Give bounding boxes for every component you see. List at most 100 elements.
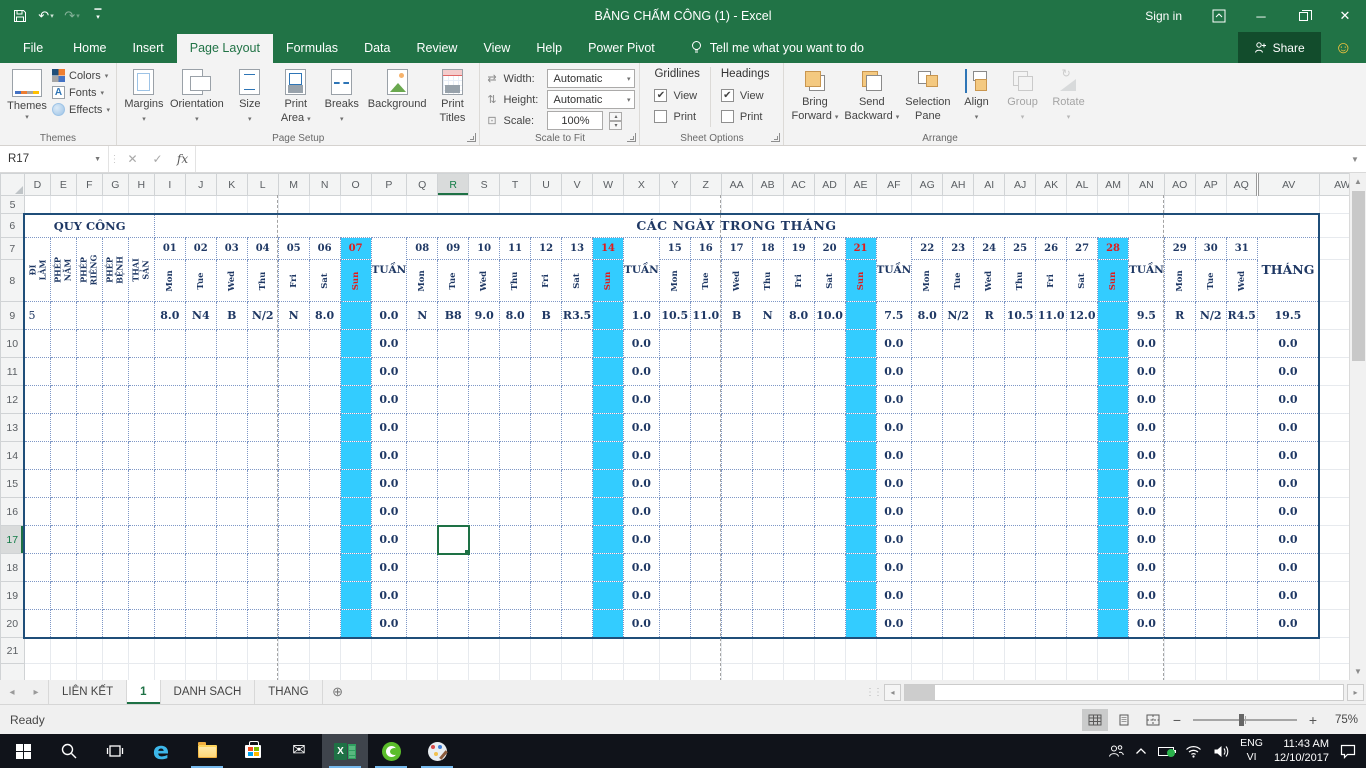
page-setup-dialog-launcher-icon[interactable] (467, 133, 476, 142)
cell-I9[interactable]: 8.0 (154, 302, 185, 330)
cell-R19[interactable] (438, 582, 469, 610)
cell-T17[interactable] (500, 526, 531, 554)
cell-I18[interactable] (154, 554, 185, 582)
row-header-12[interactable]: 12 (1, 386, 25, 414)
cell-Z9[interactable]: 11.0 (690, 302, 721, 330)
mail-icon[interactable]: ✉ (276, 734, 322, 768)
battery-icon[interactable] (1158, 747, 1174, 756)
cell-J18[interactable] (185, 554, 216, 582)
cell-AA9[interactable]: B (721, 302, 752, 330)
scale-spinner[interactable]: ▴▾ (609, 112, 622, 130)
day-number-22[interactable]: 22 (912, 238, 943, 260)
cell-AM14[interactable] (1098, 442, 1129, 470)
cell-G9[interactable] (102, 302, 128, 330)
cell-R16[interactable] (438, 498, 469, 526)
cell-Y11[interactable] (659, 358, 690, 386)
fill-handle[interactable] (464, 549, 469, 554)
cell-AL16[interactable] (1067, 498, 1098, 526)
column-header-AL[interactable]: AL (1067, 174, 1098, 196)
cell-AJ12[interactable] (1005, 386, 1036, 414)
cell-H13[interactable] (128, 414, 154, 442)
themes-button[interactable]: Themes▾ (4, 66, 50, 124)
weekday-17[interactable]: Wed (721, 260, 752, 302)
sheet-nav-right-icon[interactable]: ▸ (24, 680, 48, 704)
empty-cell[interactable] (845, 664, 876, 681)
cell-M17[interactable] (278, 526, 309, 554)
cell-AQ15[interactable] (1226, 470, 1257, 498)
scroll-right-icon[interactable]: ▸ (1347, 684, 1364, 701)
cell-AQ19[interactable] (1226, 582, 1257, 610)
cell-AP16[interactable] (1195, 498, 1226, 526)
empty-cell[interactable] (659, 196, 690, 214)
cell-I17[interactable] (154, 526, 185, 554)
cell-AN19[interactable]: 0.0 (1129, 582, 1165, 610)
cell-AI9[interactable]: R (974, 302, 1005, 330)
column-header-AH[interactable]: AH (943, 174, 974, 196)
cell-AH12[interactable] (943, 386, 974, 414)
cell-S12[interactable] (469, 386, 500, 414)
cell-L13[interactable] (247, 414, 278, 442)
empty-cell[interactable] (407, 664, 438, 681)
cell-V11[interactable] (562, 358, 593, 386)
sheet-tab-danh-sach[interactable]: DANH SACH (161, 680, 256, 704)
cell-AP11[interactable] (1195, 358, 1226, 386)
cell-J12[interactable] (185, 386, 216, 414)
cell-X19[interactable]: 0.0 (624, 582, 660, 610)
cell-E9[interactable] (50, 302, 76, 330)
cell-AA16[interactable] (721, 498, 752, 526)
cell-AD10[interactable] (814, 330, 845, 358)
cell-E19[interactable] (50, 582, 76, 610)
cell-P18[interactable]: 0.0 (371, 554, 407, 582)
cell-AP15[interactable] (1195, 470, 1226, 498)
empty-cell[interactable] (912, 664, 943, 681)
cell-U20[interactable] (531, 610, 562, 638)
cell-AP20[interactable] (1195, 610, 1226, 638)
cell-Q14[interactable] (407, 442, 438, 470)
empty-cell[interactable] (845, 638, 876, 664)
cell-AF10[interactable]: 0.0 (876, 330, 912, 358)
cell-AF19[interactable]: 0.0 (876, 582, 912, 610)
empty-cell[interactable] (876, 638, 912, 664)
cell-AH10[interactable] (943, 330, 974, 358)
empty-cell[interactable] (1164, 638, 1195, 664)
empty-cell[interactable] (1257, 196, 1319, 214)
cell-AL20[interactable] (1067, 610, 1098, 638)
cell-Q15[interactable] (407, 470, 438, 498)
cell-V15[interactable] (562, 470, 593, 498)
align-button[interactable]: Align▾ (954, 66, 1000, 125)
cell-AH14[interactable] (943, 442, 974, 470)
cell-V20[interactable] (562, 610, 593, 638)
cell-M18[interactable] (278, 554, 309, 582)
cell-AV14[interactable]: 0.0 (1257, 442, 1319, 470)
cell-N11[interactable] (309, 358, 340, 386)
cell-AQ13[interactable] (1226, 414, 1257, 442)
cell-Y14[interactable] (659, 442, 690, 470)
cell-L14[interactable] (247, 442, 278, 470)
cell-D15[interactable] (24, 470, 50, 498)
scale-to-fit-dialog-launcher-icon[interactable] (627, 133, 636, 142)
clock[interactable]: 11:43 AM12/10/2017 (1274, 737, 1329, 766)
empty-cell[interactable] (216, 638, 247, 664)
cell-O20[interactable] (340, 610, 371, 638)
empty-cell[interactable] (309, 638, 340, 664)
cell-AB17[interactable] (752, 526, 783, 554)
cell-R11[interactable] (438, 358, 469, 386)
empty-cell[interactable] (407, 196, 438, 214)
empty-cell[interactable] (50, 664, 76, 681)
cell-T10[interactable] (500, 330, 531, 358)
cell-AK13[interactable] (1036, 414, 1067, 442)
cell-P17[interactable]: 0.0 (371, 526, 407, 554)
empty-cell[interactable] (783, 664, 814, 681)
cell-Z11[interactable] (690, 358, 721, 386)
cell-O12[interactable] (340, 386, 371, 414)
row-header-18[interactable]: 18 (1, 554, 25, 582)
cell-S10[interactable] (469, 330, 500, 358)
gridlines-print-checkbox[interactable]: Print (654, 106, 699, 127)
cell-S11[interactable] (469, 358, 500, 386)
cell-AH17[interactable] (943, 526, 974, 554)
column-header-AQ[interactable]: AQ (1226, 174, 1257, 196)
cell-AI14[interactable] (974, 442, 1005, 470)
cell-AP9[interactable]: N/2 (1195, 302, 1226, 330)
cell-G18[interactable] (102, 554, 128, 582)
cell-AH19[interactable] (943, 582, 974, 610)
